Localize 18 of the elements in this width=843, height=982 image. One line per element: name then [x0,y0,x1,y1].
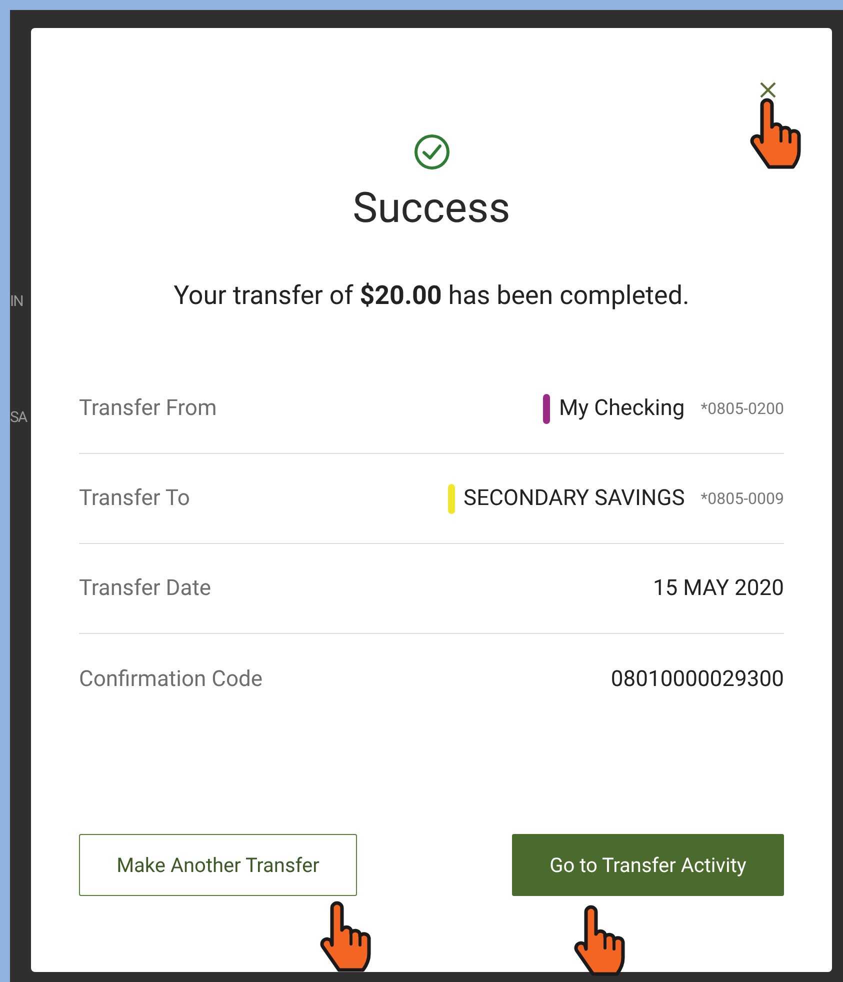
detail-label: Transfer To [79,485,190,513]
detail-value: My Checking [559,395,685,423]
primary-button[interactable]: Go to Transfer Activity [512,834,784,896]
account-number: *0805-0200 [700,398,784,420]
background-text: IN [10,294,23,309]
success-message: Your transfer of $20.00 has been completed. [174,280,690,312]
detail-label: Transfer Date [79,575,212,603]
detail-label: Transfer From [79,395,217,423]
detail-label: Confirmation Code [79,666,263,694]
detail-value: SECONDARY SAVINGS [464,485,685,513]
close-icon[interactable] [759,81,777,99]
success-check-icon [412,133,450,171]
detail-value: 08010000029300 [610,666,784,694]
dialog-title: Success [352,184,510,234]
detail-value: 15 MAY 2020 [652,575,784,603]
background-text: SA [10,410,27,425]
secondary-button[interactable]: Make Another Transfer [79,834,357,896]
account-number: *0805-0009 [700,488,784,510]
